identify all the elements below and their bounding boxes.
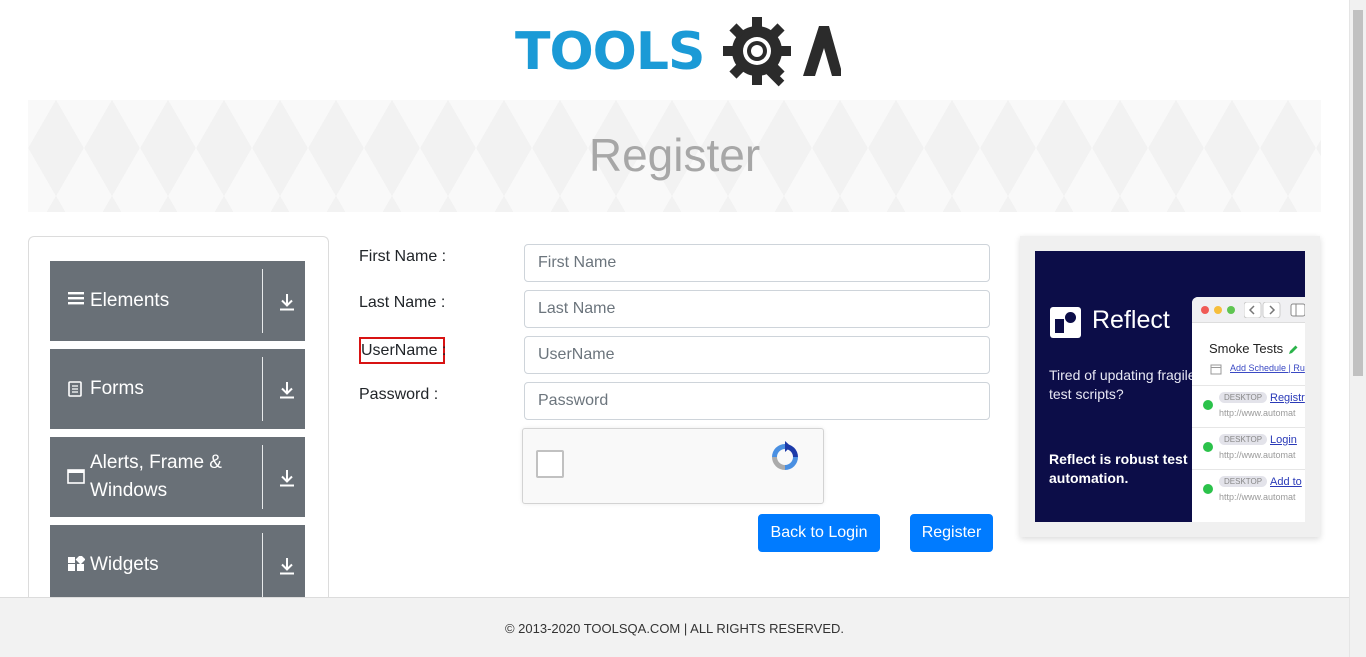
nav-group-forms[interactable]: Forms [50,349,305,429]
gear-magnifier-icon [723,17,841,87]
ad-row-tag: DESKTOP [1219,434,1268,445]
password-input[interactable] [524,382,990,420]
password-label: Password : [359,386,439,403]
ad-row-tag: DESKTOP [1219,476,1268,487]
left-nav-panel: Elements Forms Alerts, Frame & Windows W… [28,236,329,616]
divider [262,445,263,509]
ad-test-row: DESKTOP Add to http://www.automat [1192,469,1305,509]
first-name-label: First Name : [359,248,447,265]
ad-window-title: Smoke Tests [1209,341,1284,356]
nav-arrows-icon [1244,302,1281,318]
ad-row-link: Login [1270,434,1297,446]
ad-row-url: http://www.automat [1219,408,1296,418]
nav-group-label: Alerts, Frame & Windows [90,452,222,501]
window-icon [67,467,85,489]
copyright-text: © 2013-2020 TOOLSQA.COM | ALL RIGHTS RES… [504,621,845,636]
logo-text: TOOLS [515,22,705,82]
page-footer: © 2013-2020 TOOLSQA.COM | ALL RIGHTS RES… [0,597,1349,657]
widgets-icon [67,554,86,578]
nav-group-label: Elements [90,290,170,311]
download-icon[interactable] [276,555,298,577]
ad-app-preview: Smoke Tests Add Schedule | Ru DESKTOP Re… [1192,297,1305,522]
page-banner: Register [28,100,1321,212]
page: TOOLS Register Elements Forms Alerts, Fr… [0,0,1366,657]
download-icon[interactable] [276,379,298,401]
divider [262,533,263,597]
nav-group-widgets[interactable]: Widgets [50,525,305,605]
status-dot-icon [1203,442,1213,452]
sidebar-toggle-icon [1290,303,1305,317]
status-dot-icon [1203,484,1213,494]
ad-brand: Reflect [1092,306,1170,334]
username-input[interactable] [524,336,990,374]
nav-group-label: Widgets [90,554,159,575]
download-icon[interactable] [276,291,298,313]
ad-test-row: DESKTOP Registr http://www.automat [1192,385,1305,425]
toolsqa-logo[interactable]: TOOLS [515,14,841,92]
ad-row-url: http://www.automat [1219,450,1296,460]
ad-test-row: DESKTOP Login http://www.automat [1192,427,1305,467]
last-name-input[interactable] [524,290,990,328]
nav-group-elements[interactable]: Elements [50,261,305,341]
recaptcha-logo-icon [772,441,798,470]
nav-group-alerts-frame-windows[interactable]: Alerts, Frame & Windows [50,437,305,517]
ad-creative: Reflect Tired of updating fragile test s… [1035,251,1305,522]
ad-row-link: Add to [1270,476,1302,488]
window-titlebar [1192,297,1305,323]
ad-row-url: http://www.automat [1219,492,1296,502]
last-name-label: Last Name : [359,294,446,311]
register-button[interactable]: Register [910,514,993,552]
first-name-input[interactable] [524,244,990,282]
calendar-icon [1210,364,1222,375]
recaptcha-widget [522,428,824,504]
ad-row-link: Registr [1270,392,1305,404]
page-title: Register [588,129,761,181]
download-icon[interactable] [276,467,298,489]
vertical-scrollbar[interactable] [1349,0,1366,657]
back-to-login-button[interactable]: Back to Login [758,514,880,552]
pencil-icon [1289,345,1298,354]
ad-pitch: Reflect is robust test automation. [1049,451,1188,486]
ad-row-tag: DESKTOP [1219,392,1268,403]
ad-tagline: Tired of updating fragile test scripts? [1049,367,1196,402]
divider [262,357,263,421]
reflect-logo-icon [1050,307,1081,338]
nav-group-label: Forms [90,378,144,399]
divider [262,269,263,333]
username-label: UserName : [361,342,447,359]
document-icon [67,380,83,402]
scrollbar-thumb[interactable] [1353,10,1363,376]
hamburger-icon [67,289,85,311]
ad-window-subtitle: Add Schedule | Ru [1230,363,1305,373]
recaptcha-checkbox[interactable] [536,450,564,478]
status-dot-icon [1203,400,1213,410]
advertisement[interactable]: Reflect Tired of updating fragile test s… [1020,236,1320,537]
